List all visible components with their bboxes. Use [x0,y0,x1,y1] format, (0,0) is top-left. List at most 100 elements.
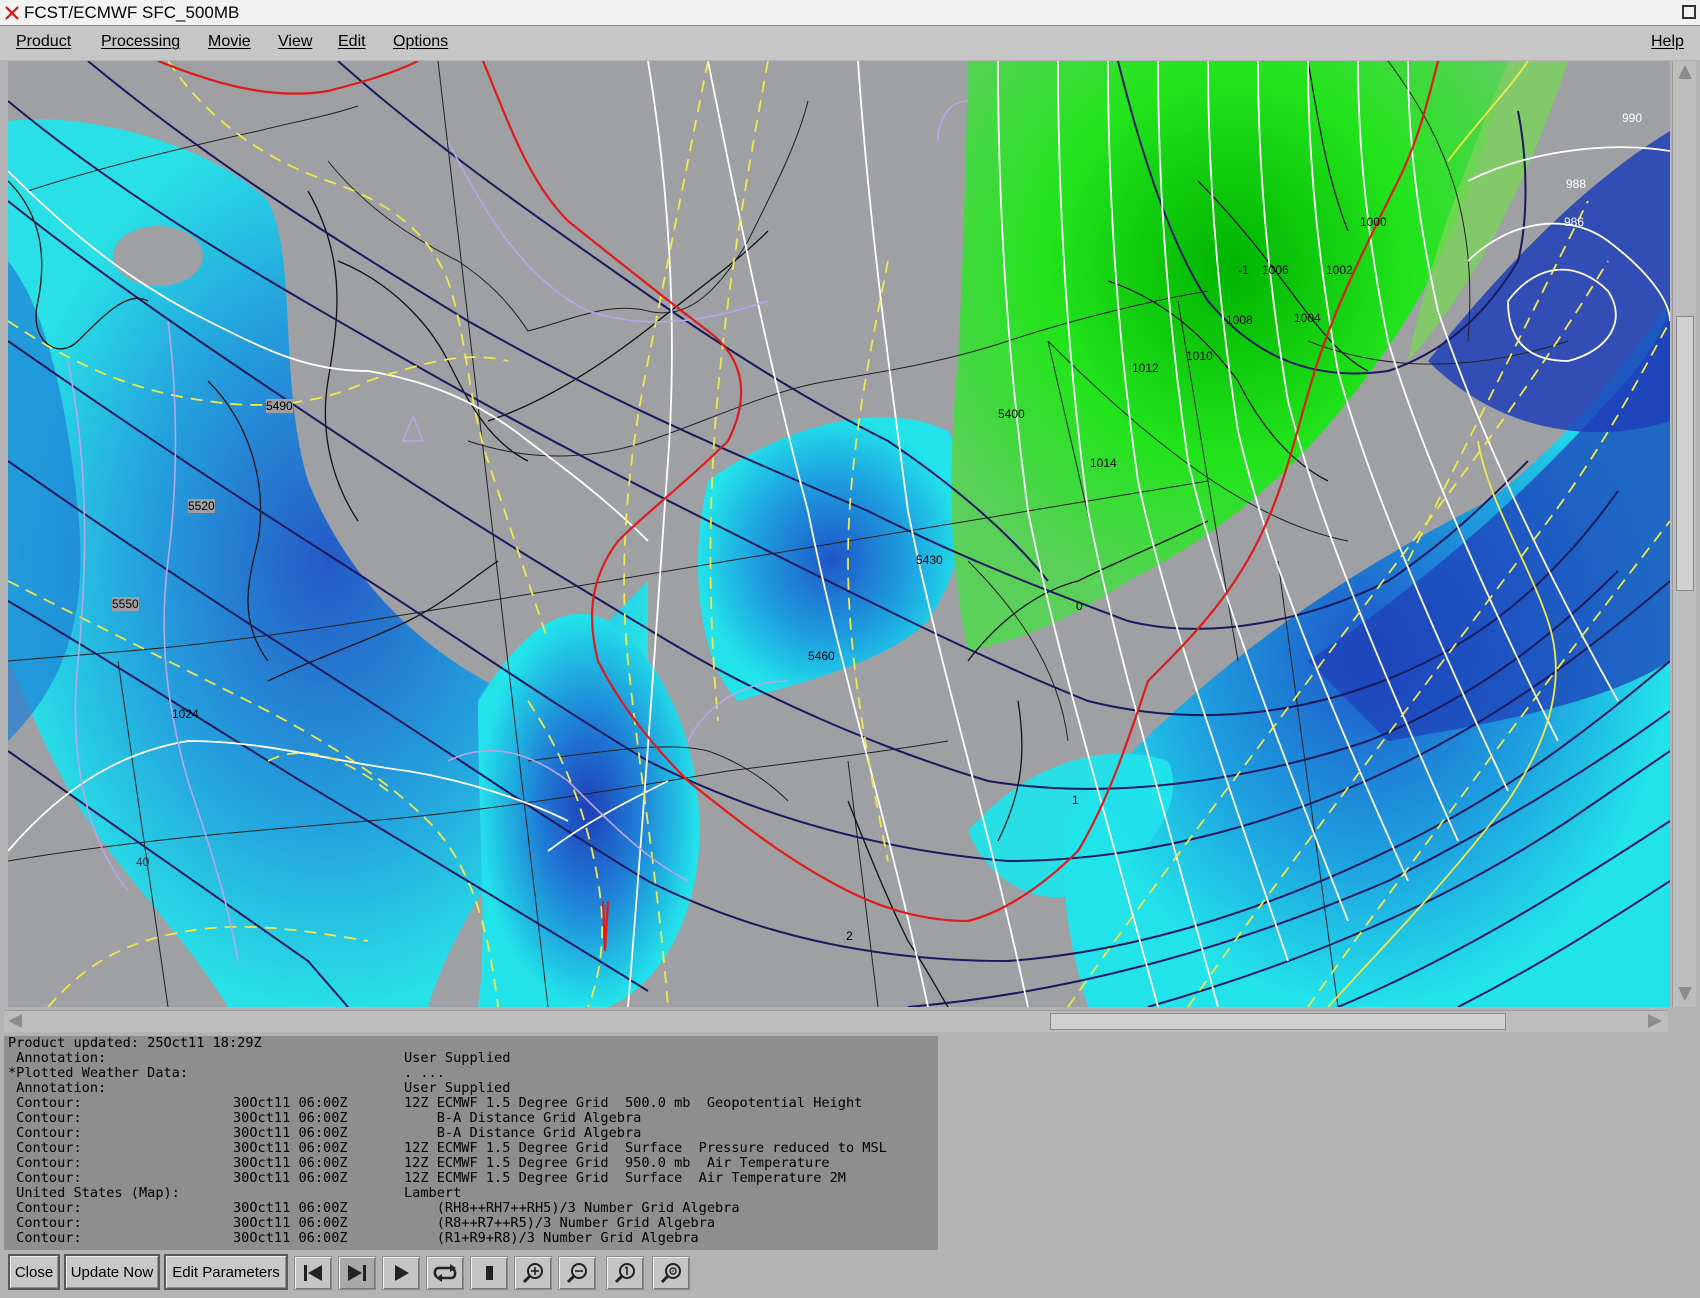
zoom-one-icon [614,1263,635,1284]
horizontal-scrollbar[interactable] [4,1010,1668,1032]
close-x-icon[interactable] [4,5,20,21]
height-label: 5550 [112,597,139,611]
info-row-col3: (R1+R9+R8)/3 Number Grid Algebra [404,1230,699,1246]
temperature-label: -1 [1238,263,1249,277]
play-icon [395,1265,409,1281]
horizontal-scroll-thumb[interactable] [1050,1013,1506,1030]
menu-options[interactable]: Options [393,33,448,51]
info-row-col3: B-A Distance Grid Algebra [404,1125,642,1141]
scroll-up-arrow-icon[interactable] [1678,65,1692,79]
info-row-col3: (R8++R7++R5)/3 Number Grid Algebra [404,1215,715,1231]
menu-view[interactable]: View [278,33,312,51]
scroll-left-arrow-icon[interactable] [8,1014,22,1028]
pressure-label: 1000 [1360,215,1387,229]
info-row-col1: Contour: [8,1200,82,1216]
info-row: Contour: 30Oct11 06:00Z (R1+R9+R8)/3 Numb… [4,1231,938,1246]
info-updated-line: Product updated: 25Oct11 18:29Z [8,1036,262,1051]
vertical-scroll-thumb[interactable] [1676,316,1694,591]
info-row-col2: 30Oct11 06:00Z [233,1125,348,1141]
info-row-col1: Contour: [8,1215,82,1231]
zoom-box-button[interactable] [652,1256,690,1290]
info-row-col2: 30Oct11 06:00Z [233,1215,348,1231]
pressure-label: 1010 [1186,349,1213,363]
height-label: 5490 [266,399,293,413]
height-label: 5460 [808,649,835,663]
temperature-label: 1 [1072,793,1079,807]
info-row-col2: 30Oct11 06:00Z [233,1200,348,1216]
info-row-col2: 30Oct11 06:00Z [233,1230,348,1246]
menu-product[interactable]: Product [16,33,71,51]
pressure-label: 1002 [1326,263,1353,277]
height-label: 5400 [998,407,1025,421]
close-button[interactable]: Close [8,1254,60,1290]
info-row-col3: User Supplied [404,1050,511,1066]
product-info-panel: Product updated: 25Oct11 18:29Z Annotati… [4,1036,938,1250]
info-row-col1: Contour: [8,1110,82,1126]
loop-icon [433,1264,457,1282]
temperature-label: 40 [136,855,150,869]
last-frame-button[interactable] [338,1256,376,1290]
info-row: *Plotted Weather Data: . ... [4,1066,938,1081]
edit-parameters-button[interactable]: Edit Parameters [164,1254,288,1290]
update-now-button[interactable]: Update Now [64,1254,160,1290]
pressure-label: 1008 [1226,313,1253,327]
info-row-col1: Annotation: [8,1050,107,1066]
info-row-col1: Contour: [8,1170,82,1186]
menu-movie[interactable]: Movie [208,33,251,51]
skip-to-end-icon [348,1265,366,1281]
info-row-col2: 30Oct11 06:00Z [233,1155,348,1171]
info-row-col1: Contour: [8,1230,82,1246]
stop-icon [486,1266,493,1280]
zoom-in-button[interactable] [514,1256,552,1290]
info-row-col3: 12Z ECMWF 1.5 Degree Grid 950.0 mb Air T… [404,1155,830,1171]
bottom-toolbar: Close Update Now Edit Parameters [0,1252,1700,1298]
zoom-out-button[interactable] [558,1256,596,1290]
weather-map[interactable]: 5490 5520 5550 5400 5430 5460 1024 1014 … [8,61,1670,1007]
info-row: United States (Map): Lambert [4,1186,938,1201]
pressure-label: 986 [1564,215,1585,229]
pressure-label: 988 [1566,177,1587,191]
height-label: 5520 [188,499,215,513]
info-row: Contour: 30Oct11 06:00Z 12Z ECMWF 1.5 Degr… [4,1141,938,1156]
pressure-label: 1014 [1090,456,1117,470]
height-label: 5430 [916,553,943,567]
title-bar: FCST/ECMWF SFC_500MB [0,0,1700,26]
zoom-out-icon [566,1263,587,1284]
first-frame-button[interactable] [294,1256,332,1290]
scroll-down-arrow-icon[interactable] [1678,987,1692,1001]
menu-help[interactable]: Help [1651,33,1684,51]
info-row: Contour: 30Oct11 06:00Z 12Z ECMWF 1.5 Degr… [4,1096,938,1111]
zoom-reset-button[interactable] [606,1256,644,1290]
info-row: Contour: 30Oct11 06:00Z 12Z ECMWF 1.5 Degr… [4,1171,938,1186]
pressure-label: 1012 [1132,361,1159,375]
menu-edit[interactable]: Edit [338,33,366,51]
info-row-col1: Contour: [8,1155,82,1171]
info-row-col1: United States (Map): [8,1185,180,1201]
menu-processing[interactable]: Processing [101,33,180,51]
info-row: Annotation: User Supplied [4,1051,938,1066]
info-row-col3: B-A Distance Grid Algebra [404,1110,642,1126]
temperature-label: 2 [846,929,853,943]
info-row-col1: Annotation: [8,1080,107,1096]
pressure-label: 1004 [1294,311,1321,325]
vertical-scrollbar[interactable] [1672,61,1696,1007]
window-title: FCST/ECMWF SFC_500MB [24,3,240,22]
play-button[interactable] [382,1256,420,1290]
zoom-area-icon [660,1263,681,1284]
info-row-col2: 30Oct11 06:00Z [233,1110,348,1126]
info-row-col1: Contour: [8,1125,82,1141]
loop-button[interactable] [426,1256,464,1290]
stop-button[interactable] [470,1256,508,1290]
skip-to-start-icon [304,1265,322,1281]
info-row-col3: 12Z ECMWF 1.5 Degree Grid Surface Pressu… [404,1140,887,1156]
info-row-col3: 12Z ECMWF 1.5 Degree Grid 500.0 mb Geopo… [404,1095,863,1111]
info-row-col3: User Supplied [404,1080,511,1096]
info-row-col3: (RH8++RH7++RH5)/3 Number Grid Algebra [404,1200,740,1216]
info-row-col2: 30Oct11 06:00Z [233,1170,348,1186]
scroll-right-arrow-icon[interactable] [1648,1014,1662,1028]
maximize-button[interactable] [1682,5,1696,19]
pressure-label: 990 [1622,111,1643,125]
info-row-col3: . ... [404,1065,445,1081]
info-row-col1: *Plotted Weather Data: [8,1065,189,1081]
temperature-label: 0 [1076,599,1083,613]
